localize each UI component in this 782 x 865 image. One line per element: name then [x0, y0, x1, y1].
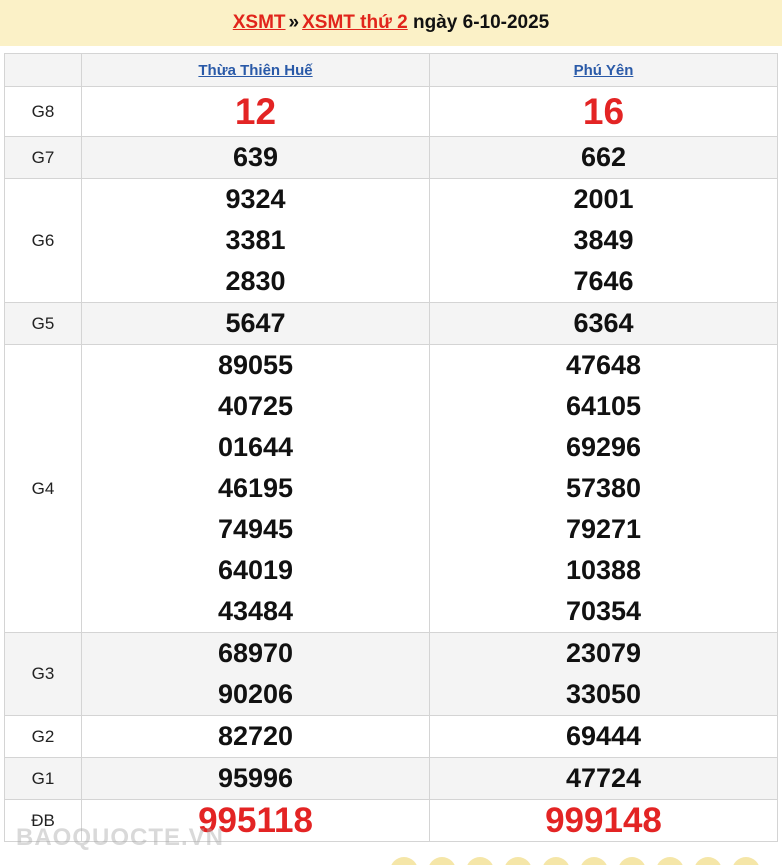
prize-cell: 16	[429, 86, 778, 137]
prize-number: 90206	[217, 679, 294, 709]
prize-row-g4: G4 89055 40725 01644 46195 74945 64019 4…	[4, 344, 778, 633]
prize-cell: 69444	[429, 715, 778, 758]
dot-decoration	[542, 857, 570, 865]
prize-number: 3849	[573, 225, 634, 255]
results-table: Thừa Thiên Huế Phú Yên G8 12 16 G7 639 6…	[4, 53, 778, 842]
prize-number: 74945	[217, 514, 294, 544]
prize-number: 69444	[565, 721, 642, 751]
prize-number: 89055	[217, 350, 294, 380]
prize-number: 16	[582, 91, 625, 132]
prize-number: 64105	[565, 391, 642, 421]
prize-label: G5	[4, 302, 82, 345]
province-link-thua-thien-hue[interactable]: Thừa Thiên Huế	[198, 62, 312, 79]
prize-number: 2001	[573, 184, 634, 214]
prize-cell: 89055 40725 01644 46195 74945 64019 4348…	[81, 344, 430, 633]
prize-number: 82720	[217, 721, 294, 751]
province-link-phu-yen[interactable]: Phú Yên	[574, 62, 634, 79]
special-prize-number: 995118	[198, 801, 313, 840]
prize-label: G7	[4, 136, 82, 179]
dot-decoration	[504, 857, 532, 865]
prize-row-g8: G8 12 16	[4, 86, 778, 137]
prize-cell: 47724	[429, 757, 778, 800]
prize-cell: 9324 3381 2830	[81, 178, 430, 303]
prize-number: 01644	[217, 432, 294, 462]
decorative-dots	[390, 857, 782, 865]
prize-row-special: ĐB 995118 999148	[4, 799, 778, 842]
xsmt-link[interactable]: XSMT	[233, 12, 286, 33]
prize-number: 2830	[225, 266, 286, 296]
prize-cell: 639	[81, 136, 430, 179]
prize-cell: 23079 33050	[429, 632, 778, 716]
prize-number: 64019	[217, 555, 294, 585]
dot-decoration	[618, 857, 646, 865]
special-prize-number: 999148	[545, 801, 662, 840]
prize-number: 57380	[565, 473, 642, 503]
prize-number: 79271	[565, 514, 642, 544]
prize-label: G6	[4, 178, 82, 303]
prize-label: G1	[4, 757, 82, 800]
prize-number: 47724	[565, 763, 642, 793]
prize-cell: 95996	[81, 757, 430, 800]
prize-number: 9324	[225, 184, 286, 214]
prize-cell: 68970 90206	[81, 632, 430, 716]
prize-cell: 2001 3849 7646	[429, 178, 778, 303]
dot-decoration	[390, 857, 418, 865]
prize-number: 662	[580, 142, 627, 172]
prize-cell: 995118	[81, 799, 430, 842]
prize-label: G3	[4, 632, 82, 716]
prize-cell: 82720	[81, 715, 430, 758]
prize-number: 12	[234, 91, 277, 132]
prize-label: G8	[4, 86, 82, 137]
table-header-row: Thừa Thiên Huế Phú Yên	[4, 53, 778, 87]
prize-cell: 999148	[429, 799, 778, 842]
prize-number: 6364	[573, 308, 634, 338]
prize-number: 69296	[565, 432, 642, 462]
prize-cell: 47648 64105 69296 57380 79271 10388 7035…	[429, 344, 778, 633]
prize-number: 70354	[565, 596, 642, 626]
prize-number: 10388	[565, 555, 642, 585]
label-header-cell	[4, 53, 82, 87]
prize-number: 7646	[573, 266, 634, 296]
prize-number: 639	[232, 142, 279, 172]
prize-number: 43484	[217, 596, 294, 626]
prize-label: G2	[4, 715, 82, 758]
dot-decoration	[466, 857, 494, 865]
prize-number: 3381	[225, 225, 286, 255]
draw-date: ngày 6-10-2025	[413, 12, 550, 33]
prize-number: 5647	[225, 308, 286, 338]
prize-number: 40725	[217, 391, 294, 421]
prize-cell: 12	[81, 86, 430, 137]
prize-cell: 5647	[81, 302, 430, 345]
prize-row-g3: G3 68970 90206 23079 33050	[4, 632, 778, 716]
prize-row-g6: G6 9324 3381 2830 2001 3849 7646	[4, 178, 778, 303]
prize-row-g2: G2 82720 69444	[4, 715, 778, 758]
prize-row-g5: G5 5647 6364	[4, 302, 778, 345]
dot-decoration	[580, 857, 608, 865]
prize-cell: 6364	[429, 302, 778, 345]
breadcrumb-separator: »	[288, 12, 300, 33]
dot-decoration	[694, 857, 722, 865]
prize-number: 23079	[565, 638, 642, 668]
province-header-2: Phú Yên	[429, 53, 778, 87]
prize-number: 33050	[565, 679, 642, 709]
prize-label: G4	[4, 344, 82, 633]
prize-label: ĐB	[4, 799, 82, 842]
prize-number: 47648	[565, 350, 642, 380]
province-header-1: Thừa Thiên Huế	[81, 53, 430, 87]
page-header: XSMT» XSMT thứ 2 ngày 6-10-2025	[0, 0, 782, 46]
dot-decoration	[656, 857, 684, 865]
prize-row-g1: G1 95996 47724	[4, 757, 778, 800]
dot-decoration	[428, 857, 456, 865]
prize-number: 68970	[217, 638, 294, 668]
prize-number: 46195	[217, 473, 294, 503]
prize-row-g7: G7 639 662	[4, 136, 778, 179]
prize-number: 95996	[217, 763, 294, 793]
prize-cell: 662	[429, 136, 778, 179]
xsmt-monday-link[interactable]: XSMT thứ 2	[302, 12, 408, 33]
dot-decoration	[732, 857, 760, 865]
